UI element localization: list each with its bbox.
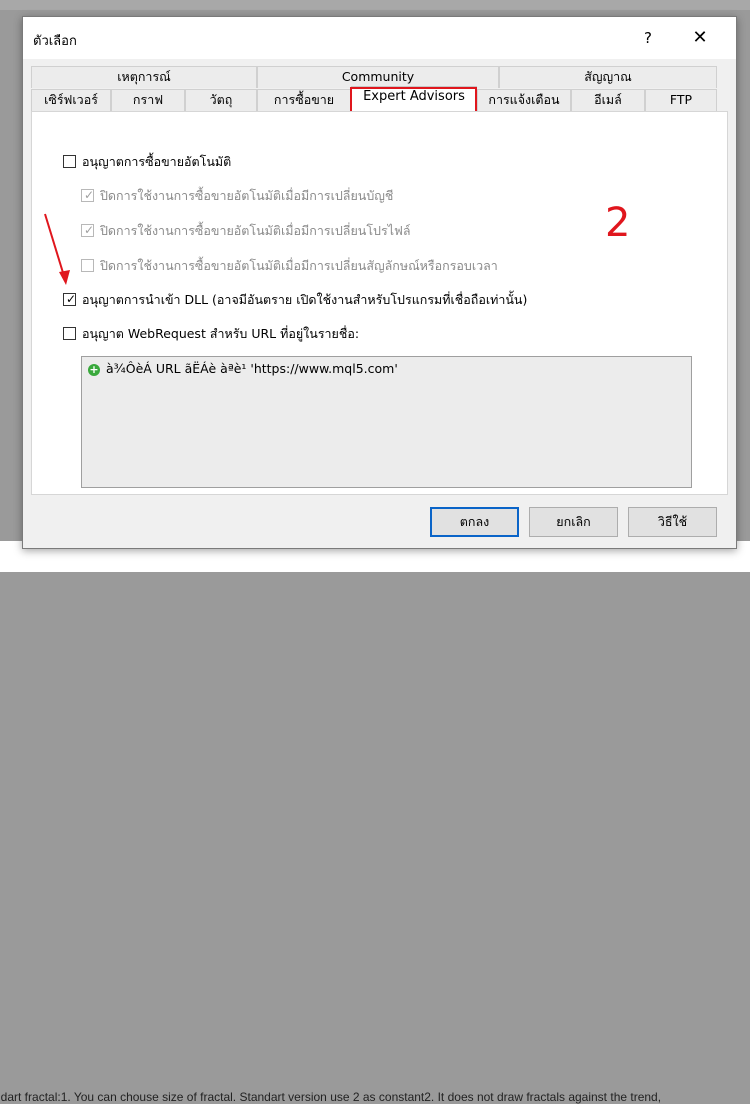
annotation-arrow [44, 213, 70, 285]
background-description-text: ndart fractal:1. You can chouse size of … [0, 1090, 662, 1104]
